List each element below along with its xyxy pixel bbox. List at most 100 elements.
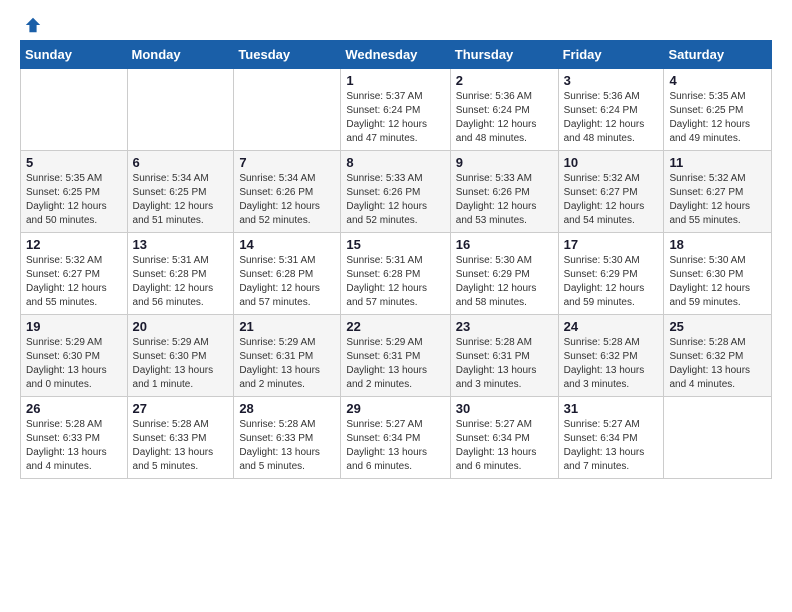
day-number: 16 xyxy=(456,237,553,252)
day-info: Sunrise: 5:28 AM Sunset: 6:33 PM Dayligh… xyxy=(26,418,122,474)
calendar-cell: 1Sunrise: 5:37 AM Sunset: 6:24 PM Daylig… xyxy=(341,69,450,151)
day-info: Sunrise: 5:29 AM Sunset: 6:30 PM Dayligh… xyxy=(26,336,122,392)
day-number: 4 xyxy=(669,73,766,88)
day-info: Sunrise: 5:30 AM Sunset: 6:29 PM Dayligh… xyxy=(456,254,553,310)
day-info: Sunrise: 5:29 AM Sunset: 6:31 PM Dayligh… xyxy=(346,336,444,392)
calendar-cell: 19 Sunrise: 5:29 AM Sunset: 6:30 PM Dayli… xyxy=(21,315,128,397)
day-number: 8 xyxy=(346,155,444,170)
day-number: 13 xyxy=(133,237,229,252)
calendar-cell: 12 Sunrise: 5:32 AM Sunset: 6:27 PM Dayli… xyxy=(21,233,128,315)
day-info: Sunrise: 5:34 AM Sunset: 6:25 PM Dayligh… xyxy=(133,172,229,228)
day-number: 2 xyxy=(456,73,553,88)
calendar-cell: 10 Sunrise: 5:32 AM Sunset: 6:27 PM Dayli… xyxy=(558,151,664,233)
calendar-week-3: 12 Sunrise: 5:32 AM Sunset: 6:27 PM Dayli… xyxy=(21,233,772,315)
day-number: 21 xyxy=(239,319,335,334)
day-number: 7 xyxy=(239,155,335,170)
day-info: Sunrise: 5:33 AM Sunset: 6:26 PM Dayligh… xyxy=(346,172,444,228)
calendar-cell: 15 Sunrise: 5:31 AM Sunset: 6:28 PM Dayli… xyxy=(341,233,450,315)
day-info: Sunrise: 5:31 AM Sunset: 6:28 PM Dayligh… xyxy=(133,254,229,310)
calendar-cell: 31 Sunrise: 5:27 AM Sunset: 6:34 PM Dayli… xyxy=(558,397,664,479)
calendar-cell: 6 Sunrise: 5:34 AM Sunset: 6:25 PM Daylig… xyxy=(127,151,234,233)
calendar-cell: 25 Sunrise: 5:28 AM Sunset: 6:32 PM Dayli… xyxy=(664,315,772,397)
calendar-cell: 2Sunrise: 5:36 AM Sunset: 6:24 PM Daylig… xyxy=(450,69,558,151)
calendar-cell: 5 Sunrise: 5:35 AM Sunset: 6:25 PM Daylig… xyxy=(21,151,128,233)
day-info: Sunrise: 5:28 AM Sunset: 6:32 PM Dayligh… xyxy=(669,336,766,392)
calendar-cell: 24 Sunrise: 5:28 AM Sunset: 6:32 PM Dayli… xyxy=(558,315,664,397)
logo-icon xyxy=(24,16,42,34)
day-number: 29 xyxy=(346,401,444,416)
day-info: Sunrise: 5:31 AM Sunset: 6:28 PM Dayligh… xyxy=(346,254,444,310)
calendar-cell: 17Sunrise: 5:30 AM Sunset: 6:29 PM Dayli… xyxy=(558,233,664,315)
calendar-cell: 29 Sunrise: 5:27 AM Sunset: 6:34 PM Dayli… xyxy=(341,397,450,479)
day-info: Sunrise: 5:29 AM Sunset: 6:30 PM Dayligh… xyxy=(133,336,229,392)
day-info: Sunrise: 5:27 AM Sunset: 6:34 PM Dayligh… xyxy=(346,418,444,474)
day-number: 17 xyxy=(564,237,659,252)
calendar-cell: 3 Sunrise: 5:36 AM Sunset: 6:24 PM Daylig… xyxy=(558,69,664,151)
day-number: 31 xyxy=(564,401,659,416)
header xyxy=(20,16,772,30)
calendar-cell: 20 Sunrise: 5:29 AM Sunset: 6:30 PM Dayli… xyxy=(127,315,234,397)
calendar-cell xyxy=(127,69,234,151)
calendar-cell xyxy=(664,397,772,479)
day-header-tuesday: Tuesday xyxy=(234,41,341,69)
day-header-sunday: Sunday xyxy=(21,41,128,69)
calendar-cell xyxy=(234,69,341,151)
page: SundayMondayTuesdayWednesdayThursdayFrid… xyxy=(0,0,792,499)
day-number: 12 xyxy=(26,237,122,252)
calendar-cell: 18Sunrise: 5:30 AM Sunset: 6:30 PM Dayli… xyxy=(664,233,772,315)
day-info: Sunrise: 5:27 AM Sunset: 6:34 PM Dayligh… xyxy=(456,418,553,474)
calendar-cell: 27Sunrise: 5:28 AM Sunset: 6:33 PM Dayli… xyxy=(127,397,234,479)
day-info: Sunrise: 5:28 AM Sunset: 6:33 PM Dayligh… xyxy=(239,418,335,474)
calendar-header-row: SundayMondayTuesdayWednesdayThursdayFrid… xyxy=(21,41,772,69)
logo-text xyxy=(20,16,42,34)
calendar-cell: 23 Sunrise: 5:28 AM Sunset: 6:31 PM Dayli… xyxy=(450,315,558,397)
day-info: Sunrise: 5:27 AM Sunset: 6:34 PM Dayligh… xyxy=(564,418,659,474)
day-number: 25 xyxy=(669,319,766,334)
day-info: Sunrise: 5:35 AM Sunset: 6:25 PM Dayligh… xyxy=(26,172,122,228)
calendar-cell: 28Sunrise: 5:28 AM Sunset: 6:33 PM Dayli… xyxy=(234,397,341,479)
day-info: Sunrise: 5:32 AM Sunset: 6:27 PM Dayligh… xyxy=(26,254,122,310)
day-number: 24 xyxy=(564,319,659,334)
logo xyxy=(20,16,42,30)
day-number: 23 xyxy=(456,319,553,334)
day-number: 27 xyxy=(133,401,229,416)
day-number: 9 xyxy=(456,155,553,170)
calendar: SundayMondayTuesdayWednesdayThursdayFrid… xyxy=(20,40,772,479)
day-header-monday: Monday xyxy=(127,41,234,69)
day-number: 22 xyxy=(346,319,444,334)
day-info: Sunrise: 5:32 AM Sunset: 6:27 PM Dayligh… xyxy=(564,172,659,228)
day-number: 5 xyxy=(26,155,122,170)
day-number: 26 xyxy=(26,401,122,416)
calendar-cell xyxy=(21,69,128,151)
calendar-cell: 16 Sunrise: 5:30 AM Sunset: 6:29 PM Dayli… xyxy=(450,233,558,315)
day-number: 6 xyxy=(133,155,229,170)
calendar-cell: 30 Sunrise: 5:27 AM Sunset: 6:34 PM Dayli… xyxy=(450,397,558,479)
day-info: Sunrise: 5:29 AM Sunset: 6:31 PM Dayligh… xyxy=(239,336,335,392)
day-number: 30 xyxy=(456,401,553,416)
day-info: Sunrise: 5:33 AM Sunset: 6:26 PM Dayligh… xyxy=(456,172,553,228)
day-number: 3 xyxy=(564,73,659,88)
day-info: Sunrise: 5:32 AM Sunset: 6:27 PM Dayligh… xyxy=(669,172,766,228)
calendar-cell: 22 Sunrise: 5:29 AM Sunset: 6:31 PM Dayli… xyxy=(341,315,450,397)
calendar-week-5: 26 Sunrise: 5:28 AM Sunset: 6:33 PM Dayli… xyxy=(21,397,772,479)
day-info: Sunrise: 5:28 AM Sunset: 6:32 PM Dayligh… xyxy=(564,336,659,392)
day-info: Sunrise: 5:28 AM Sunset: 6:31 PM Dayligh… xyxy=(456,336,553,392)
day-header-friday: Friday xyxy=(558,41,664,69)
calendar-cell: 13 Sunrise: 5:31 AM Sunset: 6:28 PM Dayli… xyxy=(127,233,234,315)
day-info: Sunrise: 5:35 AM Sunset: 6:25 PM Dayligh… xyxy=(669,90,766,146)
day-header-thursday: Thursday xyxy=(450,41,558,69)
day-number: 10 xyxy=(564,155,659,170)
day-number: 15 xyxy=(346,237,444,252)
day-number: 20 xyxy=(133,319,229,334)
calendar-cell: 8 Sunrise: 5:33 AM Sunset: 6:26 PM Daylig… xyxy=(341,151,450,233)
day-number: 14 xyxy=(239,237,335,252)
calendar-cell: 21 Sunrise: 5:29 AM Sunset: 6:31 PM Dayli… xyxy=(234,315,341,397)
calendar-cell: 11 Sunrise: 5:32 AM Sunset: 6:27 PM Dayli… xyxy=(664,151,772,233)
day-number: 11 xyxy=(669,155,766,170)
day-info: Sunrise: 5:36 AM Sunset: 6:24 PM Dayligh… xyxy=(564,90,659,146)
day-number: 19 xyxy=(26,319,122,334)
calendar-cell: 26 Sunrise: 5:28 AM Sunset: 6:33 PM Dayli… xyxy=(21,397,128,479)
calendar-cell: 9 Sunrise: 5:33 AM Sunset: 6:26 PM Daylig… xyxy=(450,151,558,233)
day-number: 1 xyxy=(346,73,444,88)
calendar-cell: 4 Sunrise: 5:35 AM Sunset: 6:25 PM Daylig… xyxy=(664,69,772,151)
